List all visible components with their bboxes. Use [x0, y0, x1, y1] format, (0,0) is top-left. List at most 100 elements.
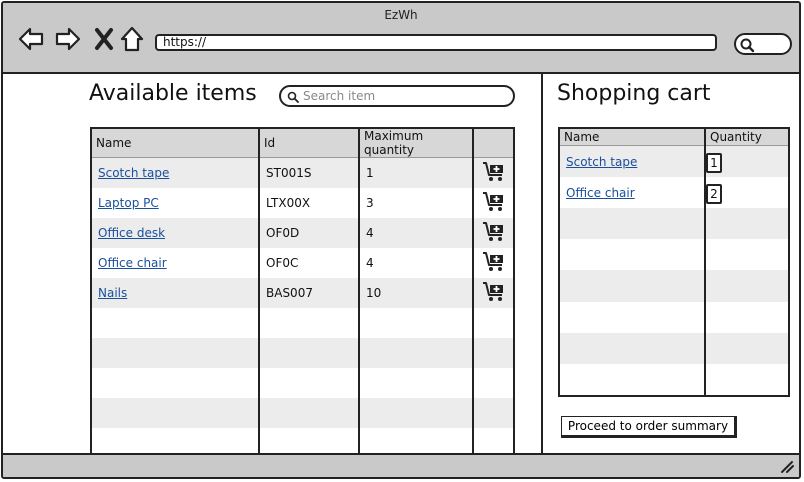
empty-cell: [705, 332, 789, 364]
search-placeholder: Search item: [303, 89, 376, 103]
empty-cell: [359, 338, 474, 368]
column-header-name: Name: [559, 128, 706, 146]
quantity-input[interactable]: 2: [706, 183, 722, 204]
item-id-cell: OF0D: [259, 218, 360, 248]
shopping-cart-body: Scotch tape 1 Office chair 2: [559, 145, 789, 396]
cart-item-name-cell: Office chair: [559, 177, 706, 209]
empty-cell: [473, 368, 514, 398]
table-row: Scotch tape 1: [559, 145, 789, 178]
home-icon[interactable]: [118, 25, 146, 53]
item-id-cell: LTX00X: [259, 188, 360, 218]
add-to-cart-cell: [473, 278, 514, 308]
table-header-row: Name Id Maximum quantity: [91, 128, 514, 158]
empty-cell: [705, 270, 789, 302]
table-row: [91, 398, 514, 428]
search-icon: [287, 91, 299, 103]
quantity-input[interactable]: 1: [706, 152, 722, 173]
table-row: Laptop PC LTX00X 3: [91, 188, 514, 218]
table-row: [559, 239, 789, 271]
empty-cell: [559, 301, 706, 333]
cart-item-name-link[interactable]: Scotch tape: [566, 155, 637, 169]
add-to-cart-icon[interactable]: [482, 221, 506, 246]
item-id-cell: BAS007: [259, 278, 360, 308]
search-icon: [740, 38, 755, 53]
search-input[interactable]: Search item: [279, 85, 515, 107]
table-row: [91, 368, 514, 398]
add-to-cart-cell: [473, 188, 514, 218]
empty-cell: [259, 308, 360, 338]
add-to-cart-icon[interactable]: [482, 281, 506, 306]
shopping-cart-table: Name Quantity Scotch tape 1 Office chair 2: [558, 127, 790, 397]
cart-item-quantity-cell: 1: [705, 145, 789, 178]
add-to-cart-icon[interactable]: [482, 161, 506, 186]
item-id-cell: OF0C: [259, 248, 360, 278]
column-header-max-quantity: Maximum quantity: [359, 128, 474, 158]
empty-cell: [705, 302, 789, 333]
item-max-quantity-cell: 3: [359, 188, 474, 218]
column-header-quantity: Quantity: [705, 128, 789, 146]
empty-cell: [359, 368, 474, 398]
available-items-pane: Available items Search item Name Id Maxi…: [3, 74, 541, 460]
table-header-row: Name Quantity: [559, 128, 789, 146]
close-icon[interactable]: [91, 25, 119, 53]
table-row: [559, 270, 789, 302]
browser-toolbar: EzWh https://: [3, 3, 799, 74]
empty-cell: [559, 332, 706, 364]
add-to-cart-icon[interactable]: [482, 191, 506, 216]
available-items-body: Scotch tape ST001S 1 Laptop PC LTX00X 3 Office…: [91, 157, 514, 459]
table-row: [559, 363, 789, 396]
empty-cell: [705, 239, 789, 270]
empty-cell: [473, 338, 514, 368]
table-row: [559, 301, 789, 333]
column-header-id: Id: [259, 128, 360, 158]
column-header-actions: [473, 128, 514, 158]
add-to-cart-icon[interactable]: [482, 251, 506, 276]
browser-window: EzWh https:// Available items Search ite…: [1, 1, 801, 479]
item-name-link[interactable]: Office chair: [98, 256, 167, 270]
empty-cell: [259, 398, 360, 428]
add-to-cart-cell: [473, 157, 514, 188]
item-max-quantity-cell: 1: [359, 157, 474, 188]
item-name-cell: Laptop PC: [91, 188, 260, 218]
item-name-cell: Office desk: [91, 218, 260, 248]
forward-arrow-icon[interactable]: [54, 25, 82, 53]
empty-cell: [559, 239, 706, 271]
item-name-link[interactable]: Nails: [98, 286, 127, 300]
back-arrow-icon[interactable]: [17, 25, 45, 53]
table-row: [559, 332, 789, 364]
table-row: Nails BAS007 10: [91, 278, 514, 308]
proceed-to-order-summary-button[interactable]: Proceed to order summary: [561, 416, 737, 438]
empty-cell: [559, 208, 706, 240]
add-to-cart-cell: [473, 248, 514, 278]
empty-cell: [91, 398, 260, 428]
item-max-quantity-cell: 4: [359, 218, 474, 248]
resize-grip-icon[interactable]: [779, 460, 795, 474]
table-row: Scotch tape ST001S 1: [91, 157, 514, 188]
available-items-heading: Available items: [89, 81, 257, 106]
empty-cell: [473, 308, 514, 338]
table-row: Office chair OF0C 4: [91, 248, 514, 278]
item-name-link[interactable]: Laptop PC: [98, 196, 159, 210]
cart-item-name-cell: Scotch tape: [559, 145, 706, 178]
empty-cell: [559, 363, 706, 396]
table-row: [91, 338, 514, 368]
item-name-cell: Nails: [91, 278, 260, 308]
item-name-link[interactable]: Scotch tape: [98, 166, 169, 180]
empty-cell: [91, 368, 260, 398]
url-text: https://: [163, 35, 207, 49]
status-bar: [3, 453, 799, 477]
empty-cell: [91, 308, 260, 338]
item-max-quantity-cell: 10: [359, 278, 474, 308]
table-row: Office desk OF0D 4: [91, 218, 514, 248]
browser-search-button[interactable]: [734, 33, 792, 55]
available-items-table: Name Id Maximum quantity Scotch tape ST00…: [90, 127, 515, 460]
cart-item-name-link[interactable]: Office chair: [566, 186, 635, 200]
item-name-link[interactable]: Office desk: [98, 226, 165, 240]
table-row: [559, 208, 789, 240]
item-id-cell: ST001S: [259, 157, 360, 188]
empty-cell: [359, 308, 474, 338]
shopping-cart-pane: Shopping cart Name Quantity Scotch tape 1…: [541, 74, 799, 455]
shopping-cart-heading: Shopping cart: [557, 81, 711, 106]
item-max-quantity-cell: 4: [359, 248, 474, 278]
address-bar[interactable]: https://: [155, 34, 717, 51]
